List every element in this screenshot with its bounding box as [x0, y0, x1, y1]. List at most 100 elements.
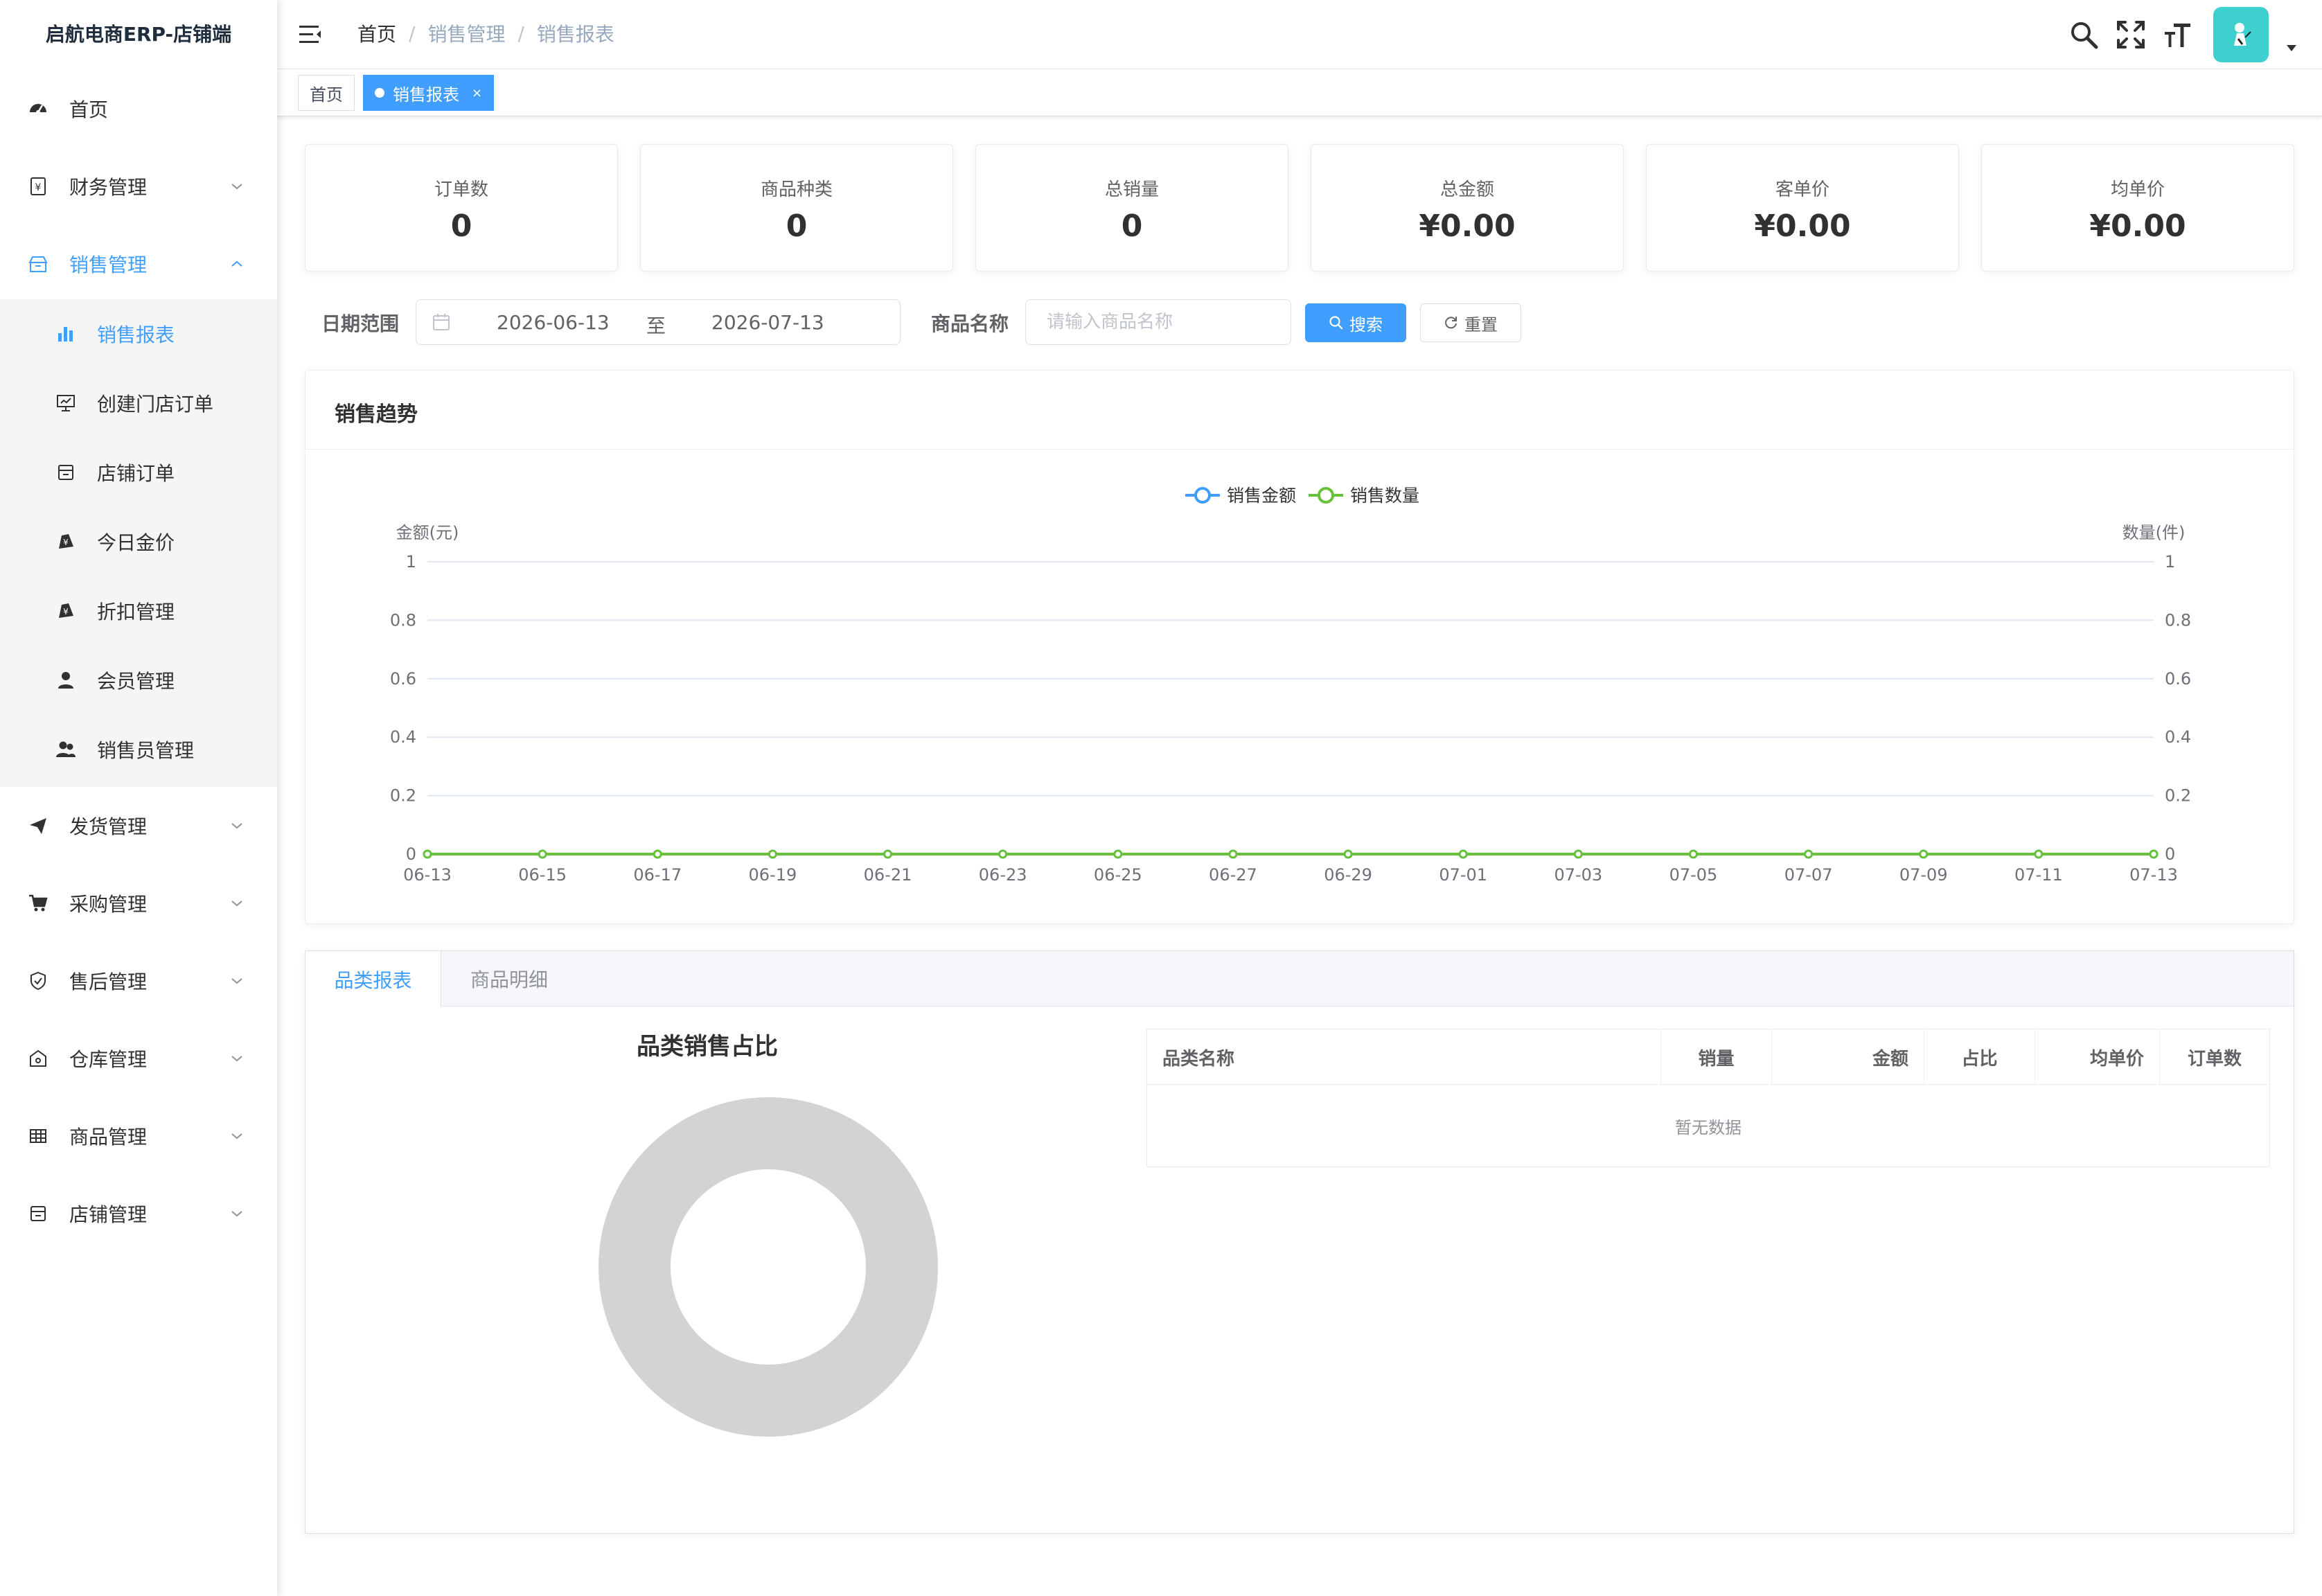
y-left-axis-label: 金额(元): [396, 523, 459, 542]
product-name-input[interactable]: [1025, 299, 1291, 345]
font-size-icon[interactable]: [2163, 19, 2193, 50]
caret-down-icon[interactable]: [2285, 43, 2298, 53]
data-point: [1228, 849, 1238, 859]
submenu-item-label: 店铺订单: [97, 462, 175, 485]
store-icon: [26, 1202, 50, 1225]
sidebar-item-7[interactable]: 商品管理: [0, 1097, 277, 1175]
col-avg-price: 均单价: [2035, 1029, 2160, 1085]
tab-product-detail[interactable]: 商品明细: [441, 951, 577, 1007]
submenu-item-6[interactable]: 销售员管理: [0, 715, 277, 784]
sidebar: 启航电商ERP-店铺端 首页 ¥ 财务管理 销售管理 发货管理 采购管理 售后管理 仓库管理商…: [0, 0, 277, 1596]
data-point: [1343, 849, 1353, 859]
reset-button[interactable]: 重置: [1420, 303, 1521, 342]
submenu-item-label: 折扣管理: [97, 601, 175, 623]
sidebar-item-6[interactable]: 仓库管理: [0, 1020, 277, 1097]
tag-home[interactable]: 首页: [298, 75, 355, 111]
date-start[interactable]: 2026-06-13: [497, 311, 610, 334]
user-avatar[interactable]: [2213, 7, 2269, 62]
search-button[interactable]: 搜索: [1305, 303, 1406, 342]
submenu-item-3[interactable]: ¥ 今日金价: [0, 507, 277, 576]
stat-title: 客单价: [1775, 179, 1829, 200]
sales-trend-panel: 销售趋势 销售金额 销售数量 金额(元) 数量(件) 0 0 0.2 0.2 0.4 0.4 0.6…: [305, 370, 2294, 924]
sidebar-item-label: 销售管理: [69, 254, 148, 276]
breadcrumb-separator: /: [409, 21, 416, 45]
y-right-tick-label: 1: [2165, 552, 2175, 571]
search-icon[interactable]: [2068, 19, 2099, 50]
stat-value: 0: [786, 209, 808, 244]
data-point: [1919, 849, 1929, 859]
sidebar-item-0[interactable]: 首页: [0, 70, 277, 148]
x-tick-label: 07-01: [1439, 865, 1487, 885]
y-right-axis-label: 数量(件): [2122, 523, 2186, 542]
chevron-down-icon: [227, 177, 247, 196]
table-empty-text: 暂无数据: [1675, 1117, 1742, 1137]
stat-card-avg-customer-price: 客单价 ¥0.00: [1646, 144, 1959, 272]
submenu-item-label: 创建门店订单: [97, 393, 214, 416]
sidebar-item-2[interactable]: 销售管理: [0, 225, 277, 303]
submenu-item-2[interactable]: 店铺订单: [0, 438, 277, 507]
grid-icon: [26, 1124, 50, 1148]
data-point: [423, 849, 432, 859]
date-range-label: 日期范围: [321, 312, 400, 335]
sidebar-item-3[interactable]: 发货管理: [0, 787, 277, 864]
breadcrumb-separator: /: [517, 21, 524, 45]
x-tick-label: 07-13: [2129, 865, 2178, 885]
category-pie-chart: [599, 1097, 938, 1437]
submenu-item-label: 今日金价: [97, 531, 175, 554]
legend-label: 销售数量: [1350, 486, 1419, 506]
finance-icon: ¥: [26, 175, 50, 198]
store-icon: [54, 461, 78, 484]
chevron-up-icon: [227, 254, 247, 274]
col-order-count: 订单数: [2187, 1048, 2242, 1070]
sidebar-item-8[interactable]: 店铺管理: [0, 1175, 277, 1252]
date-end[interactable]: 2026-07-13: [711, 311, 824, 334]
data-point: [883, 849, 893, 859]
navbar: 首页 / 销售管理 / 销售报表: [277, 0, 2322, 69]
sidebar-item-5[interactable]: 售后管理: [0, 942, 277, 1020]
hamburger-icon[interactable]: [298, 22, 323, 47]
tab-category-report[interactable]: 品类报表: [305, 951, 441, 1007]
stat-title: 商品种类: [760, 179, 833, 200]
data-point: [998, 849, 1008, 859]
y-right-tick-label: 0.4: [2165, 727, 2191, 747]
close-icon[interactable]: ×: [472, 86, 482, 100]
search-icon: [1329, 316, 1343, 330]
y-left-tick-label: 0.2: [390, 786, 416, 806]
data-point: [653, 849, 662, 859]
fullscreen-icon[interactable]: [2116, 19, 2146, 50]
stat-value: 0: [450, 209, 472, 244]
submenu-item-1[interactable]: 创建门店订单: [0, 369, 277, 438]
legend-marker: [1318, 487, 1334, 504]
stat-card-orders: 订单数 0: [305, 144, 618, 272]
breadcrumb-current: 销售报表: [536, 23, 614, 46]
stat-value: ¥0.00: [2089, 209, 2186, 244]
y-right-tick-label: 0: [2165, 844, 2175, 864]
data-point: [1573, 849, 1583, 859]
legend-label: 销售金额: [1227, 486, 1296, 506]
col-share: 占比: [1924, 1029, 2035, 1085]
submenu-item-4[interactable]: ¥ 折扣管理: [0, 576, 277, 646]
x-tick-label: 06-21: [864, 865, 912, 885]
tag-sales-report[interactable]: 销售报表 ×: [363, 75, 495, 111]
shield-icon: [26, 969, 50, 993]
stat-title: 总销量: [1104, 179, 1159, 200]
data-point: [1688, 849, 1698, 859]
tag-active-dot: [375, 88, 384, 98]
stat-value: ¥0.00: [1419, 209, 1516, 244]
dashboard-icon: [26, 97, 50, 121]
sidebar-item-4[interactable]: 采购管理: [0, 864, 277, 942]
submenu-item-0[interactable]: 销售报表: [0, 299, 277, 369]
sidebar-item-1[interactable]: ¥ 财务管理: [0, 148, 277, 225]
cart-icon: [26, 892, 50, 915]
x-tick-label: 07-09: [1899, 865, 1948, 885]
money-icon: ¥: [54, 599, 78, 623]
chevron-down-icon: [227, 1204, 247, 1223]
date-range-picker[interactable]: 2026-06-13 至 2026-07-13: [416, 299, 901, 345]
sidebar-item-label: 仓库管理: [69, 1048, 148, 1071]
submenu-item-5[interactable]: 会员管理: [0, 646, 277, 715]
sidebar-item-label: 售后管理: [69, 970, 148, 993]
y-left-tick-label: 0.4: [390, 727, 416, 747]
y-right-tick-label: 0.2: [2165, 786, 2191, 806]
breadcrumb-home[interactable]: 首页: [357, 19, 396, 47]
col-sales-qty: 销量: [1661, 1029, 1772, 1085]
